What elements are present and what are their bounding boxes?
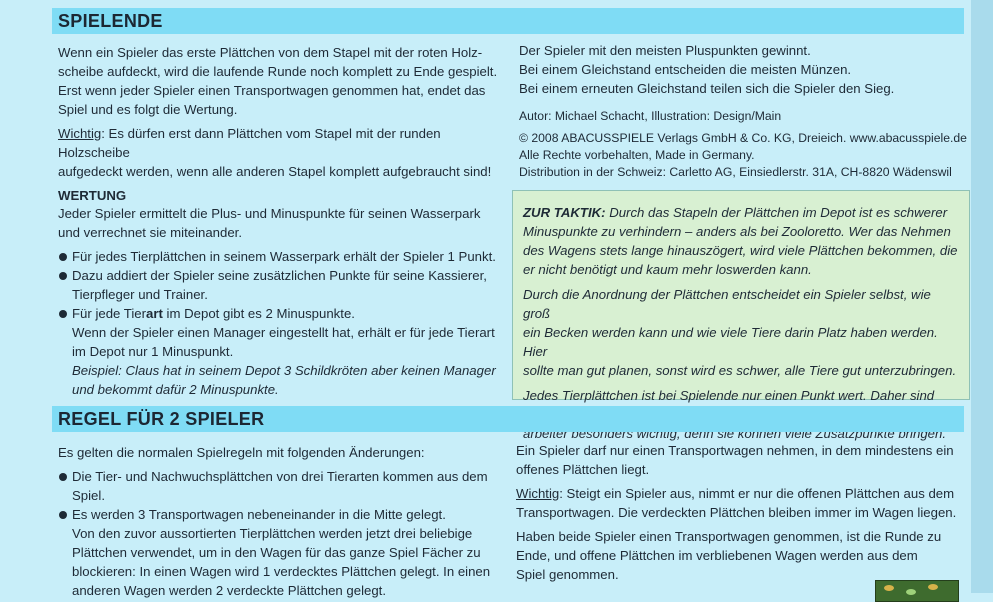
spielende-left-column: Wenn ein Spieler das erste Plättchen von… xyxy=(58,43,508,399)
text-line: Plättchen verwendet, um in den Wagen für… xyxy=(72,545,481,560)
text-line: sollte man gut planen, sonst wird es sch… xyxy=(523,363,957,378)
text-line: Minuspunkte zu verhindern – anders als b… xyxy=(523,224,951,239)
autor-line: Autor: Michael Schacht, Illustration: De… xyxy=(519,109,782,123)
wertung-list: Für jedes Tierplättchen in seinem Wasser… xyxy=(58,247,508,323)
list-item: Die Tier- und Nachwuchsplättchen von dre… xyxy=(58,467,508,505)
text-line: Alle Rechte vorbehalten, Made in Germany… xyxy=(519,148,755,162)
page-edge xyxy=(971,0,993,593)
list-item: Für jedes Tierplättchen in seinem Wasser… xyxy=(58,247,508,266)
list-item: Für jede Tierart im Depot gibt es 2 Minu… xyxy=(58,304,508,323)
text-line: Tierpfleger und Trainer. xyxy=(72,287,208,302)
text-line: des Wagens stets lange hinauszögert, wir… xyxy=(523,243,958,258)
text-line: und bekommt dafür 2 Minuspunkte. xyxy=(72,382,279,397)
zwei-paragraph: Haben beide Spieler einen Transportwagen… xyxy=(516,527,966,584)
text-line: und verrechnet sie miteinander. xyxy=(58,225,242,240)
beispiel-note: Beispiel: Claus hat in seinem Depot 3 Sc… xyxy=(58,361,508,399)
text-line: blockieren: In einen Wagen wird 1 verdec… xyxy=(72,564,491,579)
zwei-list: Die Tier- und Nachwuchsplättchen von dre… xyxy=(58,467,508,524)
wichtig-note: Wichtig: Es dürfen erst dann Plättchen v… xyxy=(58,124,508,181)
text-line: Ende, und offene Plättchen im verblieben… xyxy=(516,548,918,563)
zwei-right-column: Ein Spieler darf nur einen Transportwage… xyxy=(516,441,966,589)
text-line: : Es dürfen erst dann Plättchen vom Stap… xyxy=(58,126,441,160)
wertung-paragraph: Jeder Spieler ermittelt die Plus- und Mi… xyxy=(58,204,508,242)
spielende-right-column: Der Spieler mit den meisten Pluspunkten … xyxy=(519,41,969,186)
wichtig-label: Wichtig xyxy=(516,486,560,501)
text-line: Für jedes Tierplättchen in seinem Wasser… xyxy=(72,249,496,264)
text-line: Erst wenn jeder Spieler einen Transportw… xyxy=(58,83,486,98)
list-item: Dazu addiert der Spieler seine zusätzlic… xyxy=(58,266,508,304)
text-line: im Depot nur 1 Minuspunkt. xyxy=(72,344,234,359)
text-line: Die Tier- und Nachwuchsplättchen von dre… xyxy=(72,469,488,503)
text-line: Es werden 3 Transportwagen nebeneinander… xyxy=(72,507,446,522)
text-line: Distribution in der Schweiz: Carletto AG… xyxy=(519,165,952,179)
taktik-paragraph: Durch die Anordnung der Plättchen entsch… xyxy=(523,285,959,380)
section-heading-spielende: SPIELENDE xyxy=(52,8,964,34)
text-line: scheibe aufdeckt, wird die laufende Rund… xyxy=(58,64,498,79)
taktik-label: ZUR TAKTIK: xyxy=(523,205,606,220)
text-line: © 2008 ABACUSSPIELE Verlags GmbH & Co. K… xyxy=(519,131,967,145)
wertung-heading: WERTUNG xyxy=(58,188,127,203)
text-line: Dazu addiert der Spieler seine zusätzlic… xyxy=(72,268,487,283)
manager-note: Wenn der Spieler einen Manager eingestel… xyxy=(58,323,508,361)
game-illustration-thumbnail xyxy=(875,580,959,602)
text-line: Spiel genommen. xyxy=(516,567,619,582)
text-line: Durch die Anordnung der Plättchen entsch… xyxy=(523,287,931,321)
text-line: Wenn ein Spieler das erste Plättchen von… xyxy=(58,45,483,60)
wichtig-label: Wichtig xyxy=(58,126,102,141)
text-line: im Depot gibt es 2 Minuspunkte. xyxy=(162,306,355,321)
text-line: ein Becken werden kann und wie viele Tie… xyxy=(523,325,938,359)
text-line: Der Spieler mit den meisten Pluspunkten … xyxy=(519,43,811,58)
text-line: Beispiel: Claus hat in seinem Depot 3 Sc… xyxy=(72,363,496,378)
emphasis: art xyxy=(146,306,163,321)
taktik-box: ZUR TAKTIK: Durch das Stapeln der Plättc… xyxy=(512,190,970,441)
spielende-paragraph: Wenn ein Spieler das erste Plättchen von… xyxy=(58,43,508,119)
text-line: Durch das Stapeln der Plättchen im Depot… xyxy=(605,205,948,220)
text-line: er nicht benötigt und kaum mehr loswerde… xyxy=(523,262,812,277)
text-line: Transportwagen. Die verdeckten Plättchen… xyxy=(516,505,957,520)
text-line: anderen Wagen werden 2 verdeckte Plättch… xyxy=(72,583,387,598)
text-line: offenes Plättchen liegt. xyxy=(516,462,650,477)
text-line: Haben beide Spieler einen Transportwagen… xyxy=(516,529,942,544)
zwei-left-column: Es gelten die normalen Spielregeln mit f… xyxy=(58,443,508,600)
list-item: Es werden 3 Transportwagen nebeneinander… xyxy=(58,505,508,524)
text-line: Spiel und es folgt die Wertung. xyxy=(58,102,238,117)
zwei-intro: Es gelten die normalen Spielregeln mit f… xyxy=(58,445,425,460)
taktik-paragraph: ZUR TAKTIK: Durch das Stapeln der Plättc… xyxy=(523,203,959,279)
text-line: Für jede Tier xyxy=(72,306,147,321)
zwei-wagen-note: Von den zuvor aussortierten Tierplättche… xyxy=(58,524,508,600)
text-line: Ein Spieler darf nur einen Transportwage… xyxy=(516,443,954,458)
text-line: Bei einem erneuten Gleichstand teilen si… xyxy=(519,81,895,96)
zwei-wichtig-note: Wichtig: Steigt ein Spieler aus, nimmt e… xyxy=(516,484,966,522)
copyright-block: © 2008 ABACUSSPIELE Verlags GmbH & Co. K… xyxy=(519,130,969,181)
text-line: aufgedeckt werden, wenn alle anderen Sta… xyxy=(58,164,492,179)
zwei-paragraph: Ein Spieler darf nur einen Transportwage… xyxy=(516,441,966,479)
text-line: Wenn der Spieler einen Manager eingestel… xyxy=(72,325,495,340)
text-line: Jeder Spieler ermittelt die Plus- und Mi… xyxy=(58,206,481,221)
text-line: Bei einem Gleichstand entscheiden die me… xyxy=(519,62,852,77)
sieg-paragraph: Der Spieler mit den meisten Pluspunkten … xyxy=(519,41,969,98)
section-heading-zwei-spieler: REGEL FÜR 2 SPIELER xyxy=(52,406,964,432)
text-line: : Steigt ein Spieler aus, nimmt er nur d… xyxy=(559,486,955,501)
text-line: Von den zuvor aussortierten Tierplättche… xyxy=(72,526,473,541)
